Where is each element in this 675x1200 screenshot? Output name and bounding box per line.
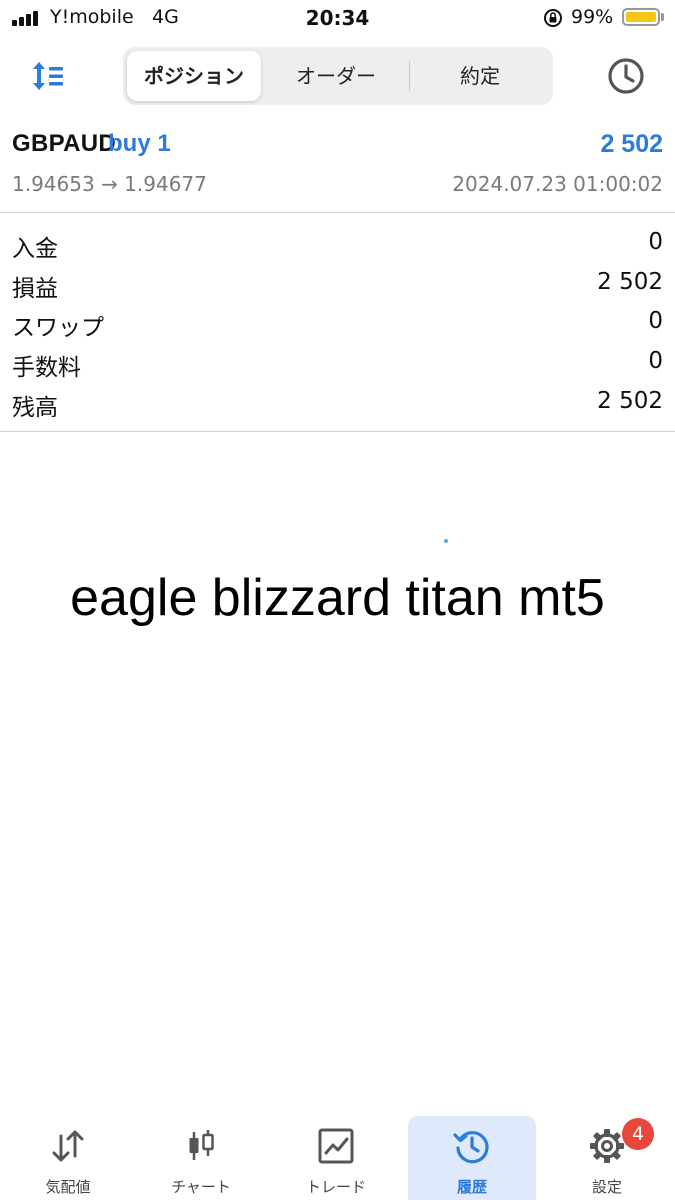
divider xyxy=(0,431,675,432)
position-symbol: GBPAUD xyxy=(12,130,117,157)
gear-icon xyxy=(590,1129,624,1163)
nav-label-chart: チャート xyxy=(171,1178,231,1196)
summary-value-profit: 2 502 xyxy=(597,269,663,295)
candlestick-icon xyxy=(189,1130,214,1160)
position-prices: 1.94653 → 1.94677 xyxy=(12,172,207,196)
nav-tab-history[interactable]: 履歴 xyxy=(408,1116,536,1200)
nav-tab-quotes[interactable]: 気配値 xyxy=(4,1116,132,1200)
nav-label-trade: トレード xyxy=(305,1178,366,1196)
summary-label-profit: 損益 xyxy=(12,276,58,302)
summary-label-commission: 手数料 xyxy=(12,355,81,381)
nav-tab-chart[interactable]: チャート xyxy=(137,1116,265,1200)
view-segmented-control: ポジション オーダー 約定 xyxy=(123,47,553,105)
battery-icon xyxy=(622,8,660,26)
summary-value-deposit: 0 xyxy=(648,229,663,255)
position-profit: 2 502 xyxy=(600,130,663,158)
position-datetime: 2024.07.23 01:00:02 xyxy=(452,172,663,196)
tab-orders[interactable]: オーダー xyxy=(265,51,407,101)
divider xyxy=(0,212,675,213)
settings-badge: 4 xyxy=(622,1118,654,1150)
sort-icon[interactable] xyxy=(30,58,70,94)
summary-value-commission: 0 xyxy=(648,348,663,374)
nav-label-settings: 設定 xyxy=(591,1178,622,1196)
summary-value-swap: 0 xyxy=(648,308,663,334)
overlay-caption: eagle blizzard titan mt5 xyxy=(70,569,605,627)
history-icon xyxy=(453,1131,489,1164)
rotation-lock-icon xyxy=(544,9,562,27)
summary-value-balance: 2 502 xyxy=(597,388,663,414)
battery-percent: 99% xyxy=(571,6,614,28)
position-side: buy 1 xyxy=(108,130,171,157)
summary-label-deposit: 入金 xyxy=(12,236,58,262)
nav-tab-trade[interactable]: トレード xyxy=(272,1116,400,1200)
loading-dot xyxy=(444,539,448,543)
status-bar: Y!mobile 4G 20:34 99% xyxy=(0,0,675,38)
clock-icon[interactable] xyxy=(606,56,646,96)
tab-positions[interactable]: ポジション xyxy=(127,51,261,101)
trade-chart-icon xyxy=(318,1128,354,1164)
quotes-arrows-icon xyxy=(52,1130,84,1162)
summary-label-balance: 残高 xyxy=(12,395,58,421)
nav-label-history: 履歴 xyxy=(456,1178,487,1196)
nav-label-quotes: 気配値 xyxy=(45,1178,91,1196)
segment-divider xyxy=(409,61,410,91)
summary-label-swap: スワップ xyxy=(12,315,104,341)
tab-deals[interactable]: 約定 xyxy=(411,51,549,101)
